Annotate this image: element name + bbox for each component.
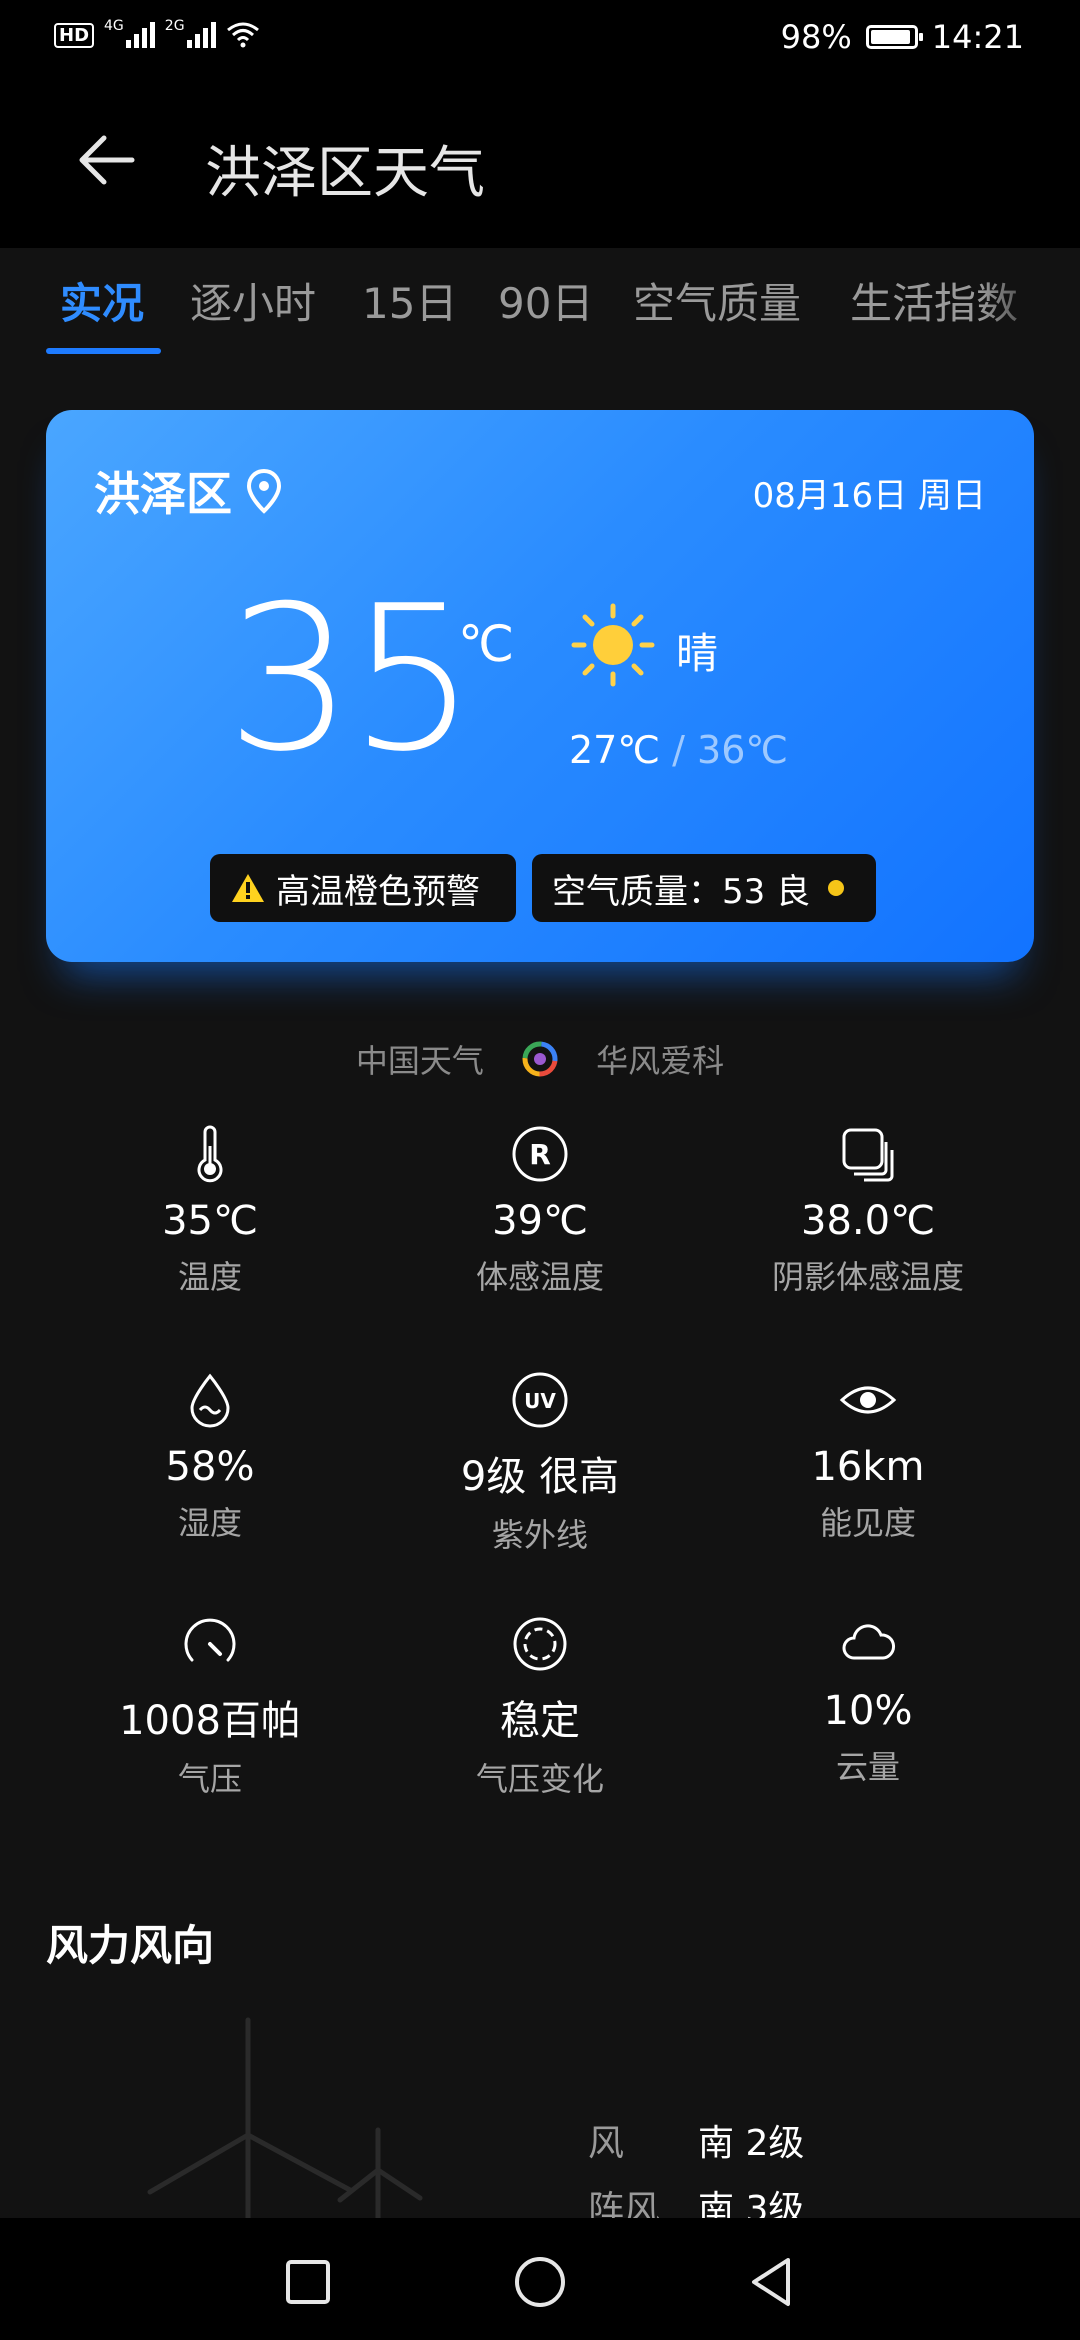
sun-icon (571, 603, 655, 687)
tab-bar: 实况 逐小时 15日 90日 空气质量 生活指数 (0, 250, 1080, 360)
gauge-icon (184, 1618, 236, 1662)
metric-label: 紫外线 (491, 1516, 588, 1554)
shade-icon (842, 1128, 894, 1182)
wind-section-title: 风力风向 (46, 1921, 215, 1970)
heat-alert-pill[interactable]: 高温橙色预警 (210, 854, 516, 922)
app-header: 洪泽区天气 (0, 80, 1080, 248)
hd-icon: HD (54, 23, 95, 48)
metric-feels-like: R 39℃ 体感温度 (375, 1124, 705, 1298)
metric-humidity: 58% 湿度 (45, 1370, 375, 1544)
cloud-icon (842, 1624, 896, 1660)
metric-pressure: 1008百帕 气压 (45, 1614, 375, 1800)
metric-label: 云量 (835, 1748, 900, 1786)
weather-condition: 晴 (676, 629, 719, 678)
metric-label: 气压变化 (475, 1760, 604, 1798)
alert-text: 高温橙色预警 (276, 871, 480, 912)
warning-icon (232, 874, 264, 902)
metric-visibility: 16km 能见度 (703, 1370, 1033, 1544)
back-button[interactable] (744, 2254, 800, 2310)
navigation-bar (0, 2218, 1080, 2340)
aqi-text: 空气质量：53 良 (552, 871, 811, 912)
tab-90-days[interactable]: 90日 (498, 270, 593, 331)
source-china-weather: 中国天气 (355, 1042, 484, 1080)
low-temperature: 27℃ (569, 728, 661, 772)
signal-2g-icon: 2G (165, 18, 216, 48)
svg-text:UV: UV (524, 1389, 556, 1413)
temperature-unit: ℃ (458, 615, 515, 673)
droplet-icon (190, 1373, 230, 1428)
metric-value: 稳定 (500, 1698, 580, 1744)
tab-air-quality[interactable]: 空气质量 (633, 270, 801, 331)
temperature-range: 27℃ / 36℃ (569, 728, 788, 772)
current-weather-card[interactable]: 洪泽区 08月16日 周日 35 ℃ 晴 27℃ / 36℃ 高温橙色预警 空气… (46, 410, 1034, 962)
tab-15-days[interactable]: 15日 (362, 270, 457, 331)
battery-percent: 98% (780, 18, 852, 56)
wind-turbine-icon (147, 2017, 423, 2220)
card-location[interactable]: 洪泽区 (94, 458, 282, 524)
wifi-icon (226, 22, 259, 48)
wind-key: 风 (588, 2123, 625, 2164)
r-circle-icon: R (512, 1126, 568, 1182)
metric-label: 体感温度 (475, 1258, 604, 1296)
metric-label: 能见度 (819, 1504, 916, 1542)
battery-icon (865, 25, 923, 49)
wind-value: 南 2级 (698, 2123, 805, 2164)
metric-label: 气压 (177, 1760, 242, 1798)
metric-value: 58% (165, 1444, 255, 1490)
metric-value: 35℃ (162, 1198, 258, 1244)
metric-value: 16km (811, 1444, 925, 1490)
metric-uv: UV 9级 很高 紫外线 (375, 1370, 705, 1556)
uv-icon: UV (512, 1372, 568, 1428)
metric-label: 阴影体感温度 (771, 1258, 964, 1296)
metric-label: 湿度 (177, 1504, 242, 1542)
signal-4g-icon: 4G (104, 18, 155, 48)
back-arrow-icon[interactable] (70, 120, 150, 200)
home-button[interactable] (512, 2254, 568, 2310)
eye-icon (839, 1386, 897, 1414)
metric-value: 10% (823, 1688, 913, 1734)
tab-live[interactable]: 实况 (60, 270, 144, 331)
metric-cloud-cover: 10% 云量 (703, 1614, 1033, 1788)
location-pin-icon (246, 468, 282, 514)
status-right: 98% 14:21 (781, 18, 1024, 56)
metric-value: 38.0℃ (801, 1198, 935, 1244)
metric-value: 39℃ (492, 1198, 588, 1244)
metric-value: 9级 很高 (460, 1454, 620, 1500)
recent-apps-button[interactable] (280, 2254, 336, 2310)
svg-text:R: R (529, 1138, 551, 1171)
active-tab-indicator (46, 348, 161, 354)
aqi-status-dot (828, 880, 845, 896)
metric-shade-feels-like: 38.0℃ 阴影体感温度 (703, 1124, 1033, 1298)
range-separator: / (672, 728, 685, 772)
metric-label: 温度 (177, 1258, 242, 1296)
tab-hourly[interactable]: 逐小时 (190, 270, 316, 331)
high-temperature: 36℃ (697, 728, 789, 772)
tabs-fade (980, 250, 1080, 360)
source-huafeng: 华风爱科 (596, 1042, 725, 1080)
metric-value: 1008百帕 (119, 1698, 301, 1744)
metric-pressure-change: 稳定 气压变化 (375, 1614, 705, 1800)
page-title: 洪泽区天气 (205, 141, 485, 206)
air-quality-pill[interactable]: 空气质量：53 良 (532, 854, 876, 922)
data-source: 中国天气 华风爱科 (0, 1036, 1080, 1082)
current-temperature: 35 (226, 563, 476, 796)
pressure-change-icon (513, 1617, 567, 1671)
huafeng-logo-icon (522, 1041, 558, 1077)
status-bar: HD 4G 2G 98% 14:21 (0, 0, 1080, 80)
clock: 14:21 (931, 18, 1024, 56)
card-date: 08月16日 周日 (752, 476, 986, 516)
wind-row: 风 南 2级 (588, 2114, 804, 2166)
status-left-icons: HD 4G 2G (54, 18, 260, 48)
metric-temperature: 35℃ 温度 (45, 1124, 375, 1298)
location-name: 洪泽区 (94, 467, 232, 521)
thermometer-icon (197, 1125, 223, 1183)
